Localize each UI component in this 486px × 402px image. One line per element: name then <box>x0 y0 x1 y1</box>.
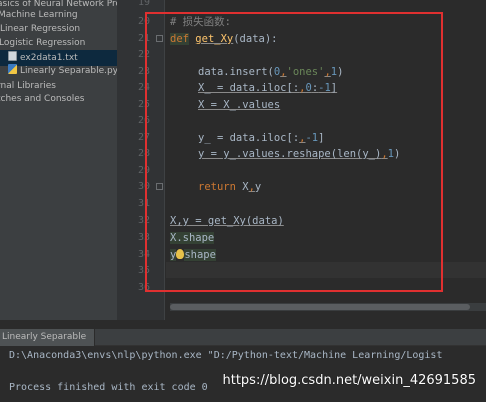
code-line-28: y = y_.values.reshape(len(y_),1) <box>198 148 401 160</box>
line-number: 26 <box>137 115 150 126</box>
line-number: 27 <box>137 132 150 143</box>
tree-item-label: ex2data1.txt <box>20 53 78 63</box>
line-number: 35 <box>137 265 150 276</box>
line-number: 24 <box>137 82 150 93</box>
tree-item-label: Machine Learning <box>0 10 78 20</box>
line-number-gutter: 19 20 21 22 23 24 25 26 27 28 29 30 31 3… <box>117 0 165 320</box>
tree-item-linearly-separable[interactable]: Linearly Separable.py <box>8 63 118 79</box>
line-number: 25 <box>137 99 150 110</box>
code-editor[interactable]: 19 20 21 22 23 24 25 26 27 28 29 30 31 3… <box>117 0 486 320</box>
fold-marker-icon[interactable] <box>156 183 163 190</box>
tree-item-label: Linear Regression <box>0 24 81 34</box>
code-line-30: return X,y <box>198 181 262 193</box>
line-number: 33 <box>137 232 150 243</box>
fold-marker-icon[interactable] <box>156 35 163 42</box>
line-number: 32 <box>137 215 150 226</box>
line-number: 29 <box>137 165 150 176</box>
run-tab-linearly-separable[interactable]: Linearly Separable <box>0 329 96 346</box>
code-line-25: X = X_.values <box>198 99 281 111</box>
code-line-33: X.shape <box>170 232 215 244</box>
tree-item-label: tches and Consoles <box>0 94 85 104</box>
code-line-34: y shape <box>170 249 216 261</box>
scrollbar-thumb[interactable] <box>170 304 470 310</box>
line-number: 19 <box>137 0 150 8</box>
line-number: 23 <box>137 66 150 77</box>
tree-item-logistic-regression[interactable]: Logistic Regression <box>0 35 85 51</box>
current-line-highlight <box>166 262 486 278</box>
code-line-24: X_ = data.iloc[:,0:-1] <box>198 82 338 94</box>
code-line-20: # 损失函数: <box>170 16 231 28</box>
console-command-line: D:\Anaconda3\envs\nlp\python.exe "D:/Pyt… <box>9 350 443 361</box>
line-number: 30 <box>137 181 150 192</box>
run-tab-label: Linearly Separable <box>2 332 87 342</box>
horizontal-scrollbar[interactable] <box>170 303 486 311</box>
line-number: 21 <box>137 33 150 44</box>
line-number: 36 <box>137 282 150 293</box>
line-number: 31 <box>137 198 150 209</box>
code-line-27: y_ = data.iloc[:,-1] <box>198 132 325 144</box>
code-line-21: def get_Xy(data): <box>170 33 278 45</box>
tree-item-label: rnal Libraries <box>0 81 56 91</box>
line-number: 34 <box>137 249 150 260</box>
python-file-icon <box>8 64 17 74</box>
line-number: 20 <box>137 16 150 27</box>
text-file-icon <box>8 51 17 61</box>
code-line-32: X,y = get_Xy(data) <box>170 215 284 227</box>
console-exit-line: Process finished with exit code 0 <box>9 382 208 393</box>
tree-item-label: Linearly Separable.py <box>20 66 119 76</box>
code-line-23: data.insert(0,'ones',1) <box>198 66 344 78</box>
watermark-text: https://blog.csdn.net/weixin_42691585 <box>222 373 476 388</box>
line-number: 22 <box>137 49 150 60</box>
tree-item-scratches[interactable]: tches and Consoles <box>0 91 84 107</box>
run-tool-window-header: Linearly Separable <box>0 328 486 346</box>
tree-item-label: Logistic Regression <box>0 38 86 48</box>
line-number: 28 <box>137 148 150 159</box>
